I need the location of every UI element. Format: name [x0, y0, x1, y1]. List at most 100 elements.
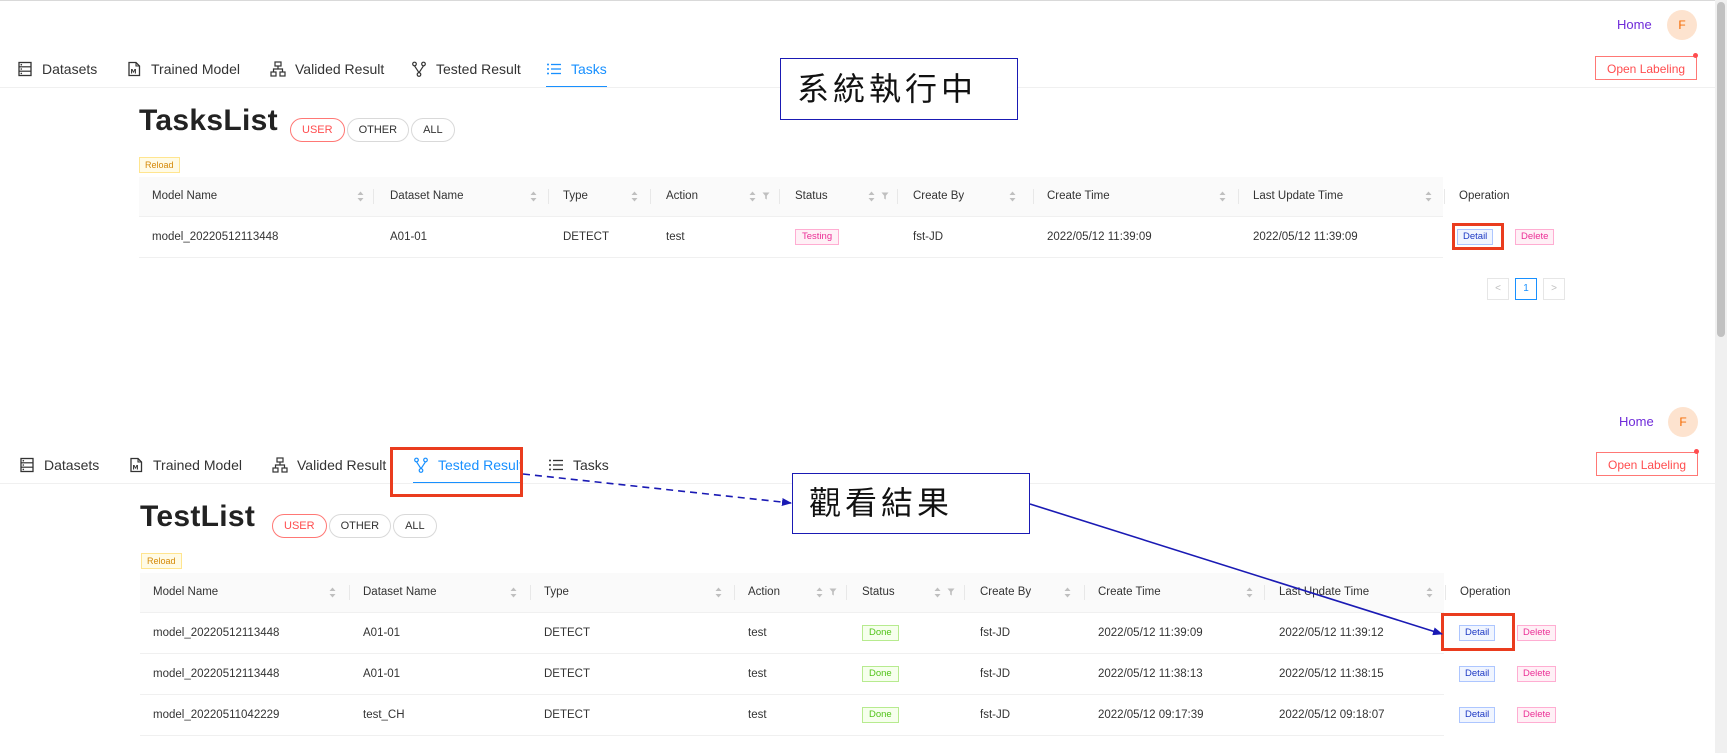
col-model-name: Model Name: [153, 586, 219, 598]
sort-icon[interactable]: [329, 587, 336, 598]
home-link[interactable]: Home: [1617, 17, 1652, 32]
cell-model-name: model_20220512113448: [153, 627, 280, 639]
model-file-icon: M: [130, 457, 143, 473]
column-divider: [1084, 585, 1085, 600]
status-badge: Done: [862, 665, 899, 682]
avatar[interactable]: F: [1667, 10, 1697, 40]
filter-icon[interactable]: [947, 588, 955, 596]
cell-action: test: [748, 627, 767, 639]
tab-tasks[interactable]: Tasks: [546, 51, 607, 88]
tab-tested-result[interactable]: Tested Result: [411, 51, 521, 87]
model-file-icon: M: [128, 61, 141, 77]
tab-valided-result[interactable]: Valided Result: [270, 51, 384, 87]
cell-action: test: [748, 668, 767, 680]
col-create-by: Create By: [913, 190, 965, 202]
sort-icon[interactable]: [510, 587, 517, 598]
cell-dataset-name: A01-01: [390, 231, 428, 243]
vertical-scrollbar[interactable]: [1715, 0, 1727, 753]
tab-label: Datasets: [44, 457, 100, 473]
delete-button[interactable]: Delete: [1517, 666, 1557, 682]
cell-type: DETECT: [544, 627, 590, 639]
hierarchy-icon: [270, 61, 286, 77]
cell-create-time: 2022/05/12 09:17:39: [1098, 709, 1204, 721]
page-1-button[interactable]: 1: [1515, 278, 1537, 300]
filter-other-button[interactable]: OTHER: [328, 514, 392, 538]
avatar[interactable]: F: [1668, 407, 1698, 437]
col-status: Status: [862, 586, 895, 598]
next-page-button[interactable]: >: [1543, 278, 1565, 300]
page-title: TasksList: [139, 104, 278, 137]
sort-icon[interactable]: [749, 191, 756, 202]
sort-icon[interactable]: [631, 191, 638, 202]
tab-tasks[interactable]: Tasks: [548, 447, 609, 483]
delete-button[interactable]: Delete: [1517, 625, 1557, 641]
col-last-update-time: Last Update Time: [1253, 190, 1344, 202]
col-action: Action: [748, 586, 780, 598]
sort-icon[interactable]: [1246, 587, 1253, 598]
filter-other-button[interactable]: OTHER: [346, 118, 410, 142]
scrollbar-thumb[interactable]: [1717, 2, 1725, 337]
tab-trained-model[interactable]: M Trained Model: [126, 51, 240, 87]
open-labeling-button[interactable]: Open Labeling: [1595, 56, 1698, 80]
detail-button[interactable]: Detail: [1459, 666, 1496, 682]
tab-datasets[interactable]: Datasets: [17, 51, 97, 87]
detail-button[interactable]: Detail: [1459, 707, 1496, 723]
column-divider: [349, 585, 350, 600]
filter-user-button[interactable]: USER: [290, 118, 345, 142]
tab-datasets[interactable]: Datasets: [19, 447, 99, 483]
database-icon: [18, 61, 32, 77]
filter-all-button[interactable]: ALL: [393, 514, 437, 538]
col-dataset-name: Dataset Name: [363, 586, 437, 598]
reload-button[interactable]: Reload: [139, 157, 180, 173]
tab-trained-model[interactable]: M Trained Model: [128, 447, 242, 483]
delete-button[interactable]: Delete: [1515, 229, 1555, 245]
cell-last-update-time: 2022/05/12 11:39:12: [1279, 627, 1384, 639]
sort-icon[interactable]: [868, 191, 875, 202]
sort-icon[interactable]: [1425, 191, 1432, 202]
filter-all-button[interactable]: ALL: [411, 118, 455, 142]
reload-button[interactable]: Reload: [141, 553, 182, 569]
cell-status: Done: [862, 613, 899, 653]
column-divider: [1445, 585, 1446, 600]
delete-button[interactable]: Delete: [1517, 707, 1557, 723]
cell-create-time: 2022/05/12 11:39:09: [1098, 627, 1203, 639]
sort-icon[interactable]: [715, 587, 722, 598]
svg-text:M: M: [131, 69, 137, 76]
test-table: Model Name Dataset Name Type Action Stat…: [140, 573, 1557, 736]
column-divider: [530, 585, 531, 600]
cell-create-by: fst-JD: [980, 668, 1011, 680]
column-divider: [1033, 189, 1034, 204]
sort-icon[interactable]: [1009, 191, 1016, 202]
sort-icon[interactable]: [816, 587, 823, 598]
filter-icon[interactable]: [762, 192, 770, 200]
cell-action: test: [748, 709, 767, 721]
filter-user-button[interactable]: USER: [272, 514, 327, 538]
filter-icon[interactable]: [829, 588, 837, 596]
cell-model-name: model_20220512113448: [152, 231, 279, 243]
svg-text:M: M: [133, 465, 139, 472]
cell-last-update-time: 2022/05/12 11:39:09: [1253, 231, 1358, 243]
cell-type: DETECT: [544, 709, 590, 721]
open-labeling-button[interactable]: Open Labeling: [1596, 452, 1699, 476]
cell-last-update-time: 2022/05/12 09:18:07: [1279, 709, 1385, 721]
tab-label: Trained Model: [153, 457, 242, 473]
notification-dot: [1694, 449, 1699, 454]
notification-dot: [1693, 53, 1698, 58]
table-header: Model Name Dataset Name Type Action Stat…: [139, 177, 1510, 217]
sort-icon[interactable]: [1219, 191, 1226, 202]
database-icon: [20, 457, 34, 473]
cell-create-by: fst-JD: [913, 231, 944, 243]
sort-icon[interactable]: [1064, 587, 1071, 598]
filter-icon[interactable]: [881, 192, 889, 200]
sort-icon[interactable]: [357, 191, 364, 202]
col-type: Type: [544, 586, 569, 598]
prev-page-button[interactable]: <: [1487, 278, 1509, 300]
sort-icon[interactable]: [934, 587, 941, 598]
tab-valided-result[interactable]: Valided Result: [272, 447, 386, 483]
sort-icon[interactable]: [1426, 587, 1433, 598]
column-divider: [1238, 189, 1239, 204]
sort-icon[interactable]: [530, 191, 537, 202]
annotation-view-result: 觀看結果: [792, 473, 1030, 534]
status-badge: Done: [862, 706, 899, 723]
home-link[interactable]: Home: [1619, 414, 1654, 429]
